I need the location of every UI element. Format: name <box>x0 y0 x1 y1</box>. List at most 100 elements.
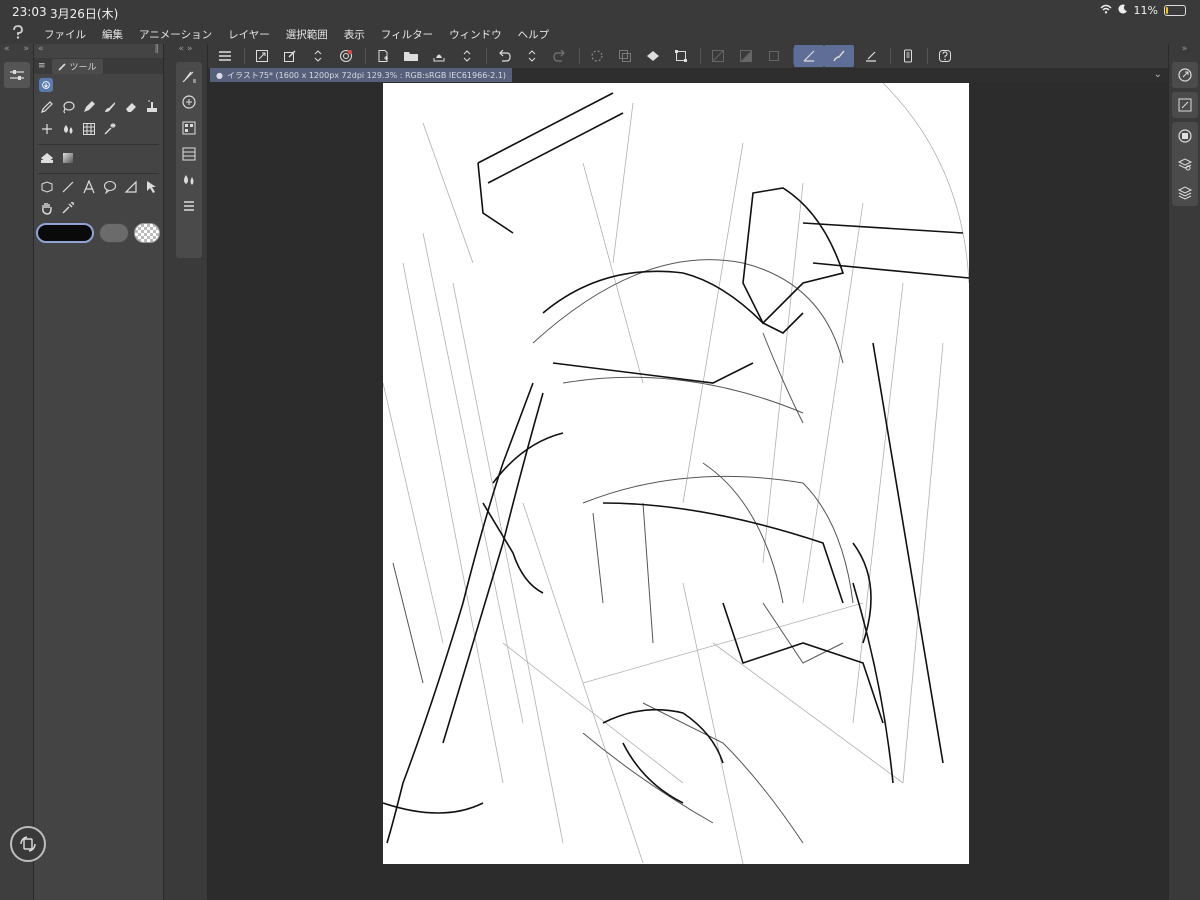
clear-outside-icon[interactable] <box>707 45 729 67</box>
record-icon[interactable] <box>335 45 357 67</box>
layer-search-icon[interactable] <box>1177 156 1193 176</box>
layer-buttons-group <box>1172 122 1198 206</box>
transparent-color-swatch[interactable] <box>134 223 160 243</box>
moon-icon <box>1118 4 1128 17</box>
menu-window[interactable]: ウィンドウ <box>441 27 510 42</box>
menu-view[interactable]: 表示 <box>336 27 373 42</box>
menu-icon[interactable] <box>214 45 236 67</box>
status-bar: 23:03 3月26日(木) 11% <box>0 0 1200 24</box>
color-swatches <box>34 217 163 243</box>
brush-icon <box>57 62 66 71</box>
menu-selection[interactable]: 選択範囲 <box>278 27 336 42</box>
color-circle-icon[interactable] <box>180 92 198 112</box>
grid-tool-icon[interactable] <box>80 120 98 138</box>
save-icon[interactable] <box>428 45 450 67</box>
wifi-icon <box>1100 4 1112 17</box>
undo-icon[interactable] <box>493 45 515 67</box>
panel-grip-icon[interactable]: ‖ <box>155 44 160 58</box>
menu-layer[interactable]: レイヤー <box>220 27 278 42</box>
drawing-canvas[interactable] <box>383 83 969 864</box>
brush-tool-icon[interactable] <box>101 98 119 116</box>
tool-grid-3 <box>34 145 163 167</box>
status-date: 3月26日(木) <box>50 7 119 21</box>
subview-button[interactable] <box>1172 92 1198 118</box>
deselect-icon[interactable] <box>763 45 785 67</box>
menu-animation[interactable]: アニメーション <box>131 27 220 42</box>
history-updown-icon[interactable] <box>521 45 543 67</box>
layer-property-icon[interactable] <box>1177 128 1193 148</box>
tool-tab[interactable]: ツール <box>51 58 103 74</box>
menu-help[interactable]: ヘルプ <box>510 27 558 42</box>
collapse-left-icon[interactable]: « <box>179 44 185 54</box>
panel-menu-icon[interactable]: ≡ <box>38 61 46 71</box>
menu-edit[interactable]: 編集 <box>94 27 131 42</box>
snap-line-icon[interactable] <box>860 45 882 67</box>
smartphone-icon[interactable] <box>897 45 919 67</box>
transform-icon[interactable] <box>670 45 692 67</box>
expand-right-icon[interactable]: » <box>187 44 193 54</box>
fill-selection-icon[interactable] <box>642 45 664 67</box>
brush-size-icon[interactable] <box>180 66 198 86</box>
menu-file[interactable]: ファイル <box>36 27 94 42</box>
gradient-tool-icon[interactable] <box>59 149 77 167</box>
updown-icon-2[interactable] <box>456 45 478 67</box>
help-icon[interactable] <box>934 45 956 67</box>
navigator-icon <box>1178 68 1192 82</box>
stamp-tool-icon[interactable] <box>143 98 161 116</box>
fill-tool-icon[interactable] <box>38 149 56 167</box>
eraser-tool-icon[interactable] <box>122 98 140 116</box>
magic-wand-icon[interactable] <box>101 120 119 138</box>
updown-icon[interactable] <box>307 45 329 67</box>
sub-color-swatch[interactable] <box>99 223 129 243</box>
balloon-tool-icon[interactable] <box>101 178 119 196</box>
copy-icon[interactable] <box>614 45 636 67</box>
navigator-button[interactable] <box>1172 62 1198 88</box>
blend-tool-icon[interactable] <box>59 120 77 138</box>
ruler-tool-icon[interactable] <box>122 178 140 196</box>
tool-panel: « ‖ ≡ ツール <box>34 44 164 900</box>
battery-icon <box>1164 5 1186 16</box>
open-folder-icon[interactable] <box>400 45 422 67</box>
eyedropper-tool-icon[interactable] <box>59 199 77 217</box>
layers-icon[interactable] <box>1177 184 1193 204</box>
canvas-area[interactable] <box>208 82 1168 900</box>
chevron-down-icon[interactable]: ⌄ <box>1154 69 1162 80</box>
undo-redo-button[interactable] <box>10 826 46 862</box>
intermediate-color-icon[interactable] <box>180 144 198 164</box>
app-logo-icon[interactable] <box>0 25 36 43</box>
snap-brush-button[interactable] <box>824 45 854 67</box>
fit-icon[interactable] <box>251 45 273 67</box>
redo-icon[interactable] <box>549 45 571 67</box>
operation-tool-icon[interactable] <box>143 178 161 196</box>
main-color-swatch[interactable] <box>36 223 94 243</box>
hand-tool-icon[interactable] <box>38 199 56 217</box>
status-right: 11% <box>1100 4 1186 17</box>
pencil-tool-icon[interactable] <box>80 98 98 116</box>
collapse-right-icon[interactable]: » <box>1182 44 1188 54</box>
color-set-icon[interactable] <box>180 118 198 138</box>
menu-filter[interactable]: フィルター <box>373 27 441 42</box>
approximate-color-icon[interactable] <box>180 170 198 190</box>
collapse-left-icon[interactable]: « <box>38 44 44 58</box>
color-history-icon[interactable] <box>180 196 198 216</box>
line-tool-icon[interactable] <box>59 178 77 196</box>
sparkle-tool-icon[interactable] <box>38 120 56 138</box>
snap-ruler-button[interactable] <box>794 45 824 67</box>
command-strip: « » <box>164 44 208 900</box>
expand-right-icon[interactable]: » <box>23 44 29 58</box>
text-tool-icon[interactable] <box>80 178 98 196</box>
battery-percent: 11% <box>1133 4 1158 17</box>
command-bar <box>208 44 1168 68</box>
new-file-icon[interactable] <box>372 45 394 67</box>
lasso-tool-icon[interactable] <box>59 98 77 116</box>
collapse-left-icon[interactable]: « <box>4 44 10 58</box>
tool-property-button[interactable] <box>4 62 30 88</box>
pen-tool-icon[interactable] <box>38 98 56 116</box>
edit-icon[interactable] <box>279 45 301 67</box>
document-tab[interactable]: ● イラスト75* (1600 x 1200px 72dpi 129.3% : … <box>210 68 513 82</box>
invert-selection-icon[interactable] <box>735 45 757 67</box>
loading-icon[interactable] <box>586 45 608 67</box>
sub-tool-button[interactable] <box>39 78 53 92</box>
figure-tool-icon[interactable] <box>38 178 56 196</box>
arrow-down-icon <box>42 81 50 89</box>
